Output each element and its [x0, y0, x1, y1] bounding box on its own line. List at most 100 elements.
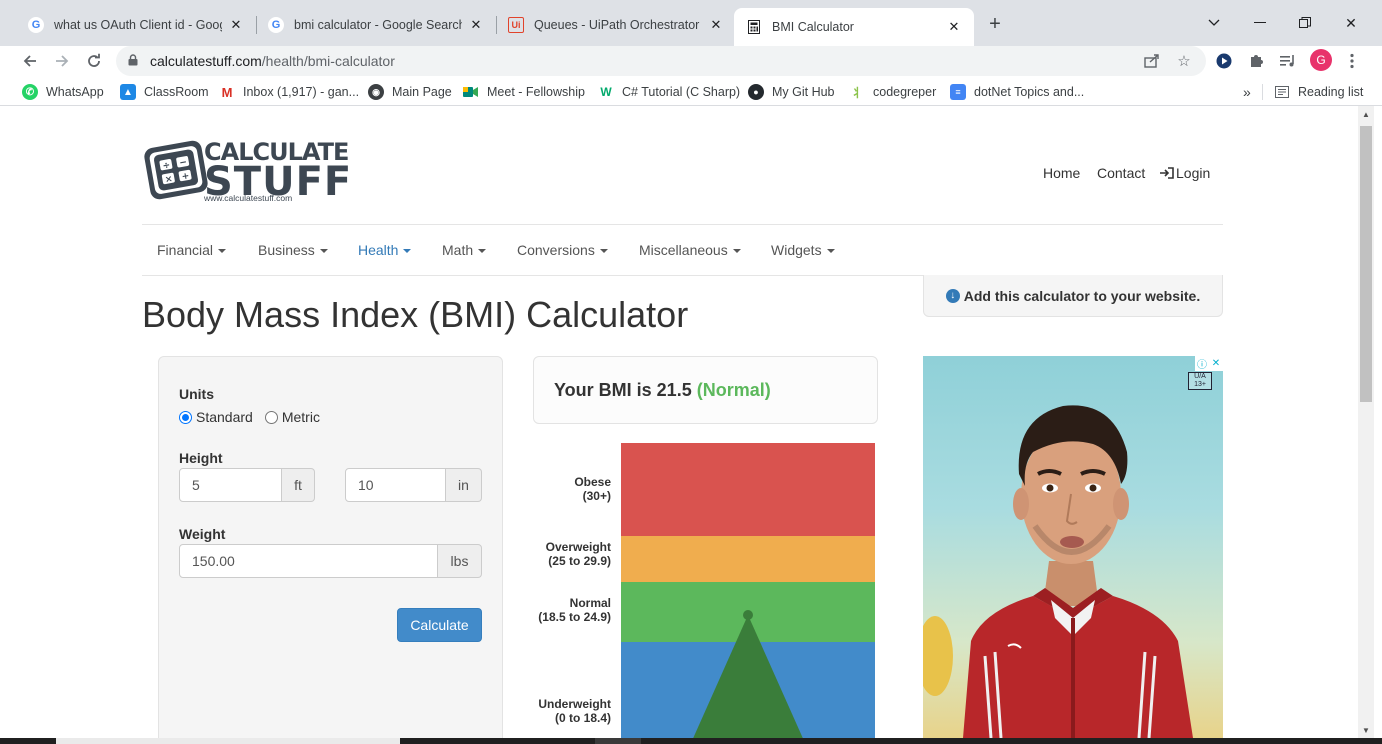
plus-circle-icon: ↓	[945, 288, 960, 303]
bookmark-dotnet[interactable]: ≡ dotNet Topics and...	[950, 83, 1084, 101]
calculator-icon	[746, 19, 762, 35]
height-inches-input[interactable]: 10	[345, 468, 446, 502]
weight-label: Weight	[179, 526, 226, 542]
bookmark-github[interactable]: ● My Git Hub	[748, 83, 835, 101]
nav-widgets-label: Widgets	[771, 242, 822, 258]
weight-input[interactable]: 150.00	[179, 544, 438, 578]
metric-radio-label[interactable]: Metric	[282, 409, 320, 425]
normal-label-range: (18.5 to 24.9)	[538, 610, 611, 624]
close-icon[interactable]: ✕	[228, 17, 244, 33]
menu-icon[interactable]	[1340, 49, 1364, 73]
bookmark-whatsapp[interactable]: ✆ WhatsApp	[22, 83, 104, 101]
url-domain: calculatestuff.com	[150, 53, 262, 69]
reading-list-button[interactable]: Reading list	[1274, 83, 1363, 101]
standard-radio-label[interactable]: Standard	[196, 409, 253, 425]
page-scrollbar[interactable]: ▲ ▼	[1358, 106, 1374, 738]
nav-miscellaneous[interactable]: Miscellaneous	[639, 242, 741, 258]
bookmark-label: Main Page	[392, 85, 452, 99]
reload-icon[interactable]	[81, 48, 107, 74]
caret-down-icon	[218, 249, 227, 254]
share-icon[interactable]	[1140, 49, 1164, 73]
url-path: /health/bmi-calculator	[261, 53, 395, 69]
globe-icon: ◉	[368, 84, 384, 100]
nav-miscellaneous-label: Miscellaneous	[639, 242, 728, 258]
site-logo[interactable]: ÷ − × + CALCULATE STUFF www.calculatestuff.…	[142, 136, 351, 204]
underweight-label-name: Underweight	[538, 697, 611, 711]
nav-contact[interactable]: Contact	[1097, 165, 1145, 181]
taskbar-search-box[interactable]	[56, 738, 400, 744]
bmi-pointer-dot	[743, 610, 753, 620]
scrollbar-thumb[interactable]	[1360, 126, 1372, 402]
nav-financial-label: Financial	[157, 242, 214, 258]
feet-unit-addon: ft	[282, 468, 315, 502]
media-control-icon[interactable]	[1276, 49, 1300, 73]
minimize-button[interactable]	[1240, 10, 1280, 36]
nav-business-label: Business	[258, 242, 315, 258]
tab-title: BMI Calculator	[772, 20, 854, 34]
height-inches-group: 10 in	[345, 468, 482, 502]
nav-business[interactable]: Business	[258, 242, 328, 258]
bookmark-codegreper[interactable]: ⺦ codegreper	[849, 83, 936, 101]
height-feet-input[interactable]: 5	[179, 468, 282, 502]
nav-login-label: Login	[1176, 165, 1211, 181]
browser-toolbar: calculatestuff.com/health/bmi-calculator…	[0, 46, 1382, 76]
address-bar[interactable]: calculatestuff.com/health/bmi-calculator	[116, 46, 1206, 76]
normal-label-name: Normal	[569, 596, 611, 610]
calculate-button[interactable]: Calculate	[397, 608, 482, 642]
nav-login[interactable]: Login	[1160, 165, 1210, 182]
bookmark-label: ClassRoom	[144, 85, 209, 99]
overweight-band	[621, 536, 875, 582]
nav-conversions[interactable]: Conversions	[517, 242, 608, 258]
close-window-button[interactable]: ✕	[1331, 10, 1371, 36]
tab-bmi-search[interactable]: G bmi calculator - Google Search ✕	[256, 8, 496, 42]
taskbar-app[interactable]	[595, 738, 641, 744]
bmi-result-box: Your BMI is 21.5 (Normal)	[533, 356, 878, 424]
extensions-icon[interactable]	[1244, 49, 1268, 73]
metric-radio[interactable]	[264, 410, 278, 424]
restore-button[interactable]	[1285, 10, 1325, 36]
weight-group: 150.00 lbs	[179, 544, 482, 578]
caret-down-icon	[319, 249, 328, 254]
scroll-up-icon[interactable]: ▲	[1358, 106, 1374, 122]
bookmark-classroom[interactable]: ▲ ClassRoom	[120, 83, 209, 101]
bookmarks-overflow-button[interactable]: »	[1243, 83, 1251, 101]
scroll-down-icon[interactable]: ▼	[1358, 722, 1374, 738]
codegreper-icon: ⺦	[850, 85, 863, 100]
ad-person-image	[923, 405, 1193, 738]
nav-widgets[interactable]: Widgets	[771, 242, 835, 258]
close-icon[interactable]: ✕	[708, 17, 724, 33]
tab-oauth[interactable]: G what us OAuth Client id - Google ✕	[16, 8, 256, 42]
nav-health[interactable]: Health	[358, 242, 412, 258]
advertisement[interactable]: ⓘ ✕ U/A 13+	[923, 356, 1223, 738]
nav-financial[interactable]: Financial	[157, 242, 227, 258]
new-tab-button[interactable]: +	[983, 12, 1007, 36]
nav-math[interactable]: Math	[442, 242, 487, 258]
bookmark-label: C# Tutorial (C Sharp)	[622, 85, 741, 99]
docs-icon: ≡	[950, 84, 966, 100]
height-feet-group: 5 ft	[179, 468, 315, 502]
bookmark-main-page[interactable]: ◉ Main Page	[368, 83, 452, 101]
bookmark-meet[interactable]: Meet - Fellowship	[463, 83, 585, 101]
tab-search-icon[interactable]	[1194, 10, 1234, 36]
back-icon[interactable]	[17, 48, 43, 74]
overweight-label-range: (25 to 29.9)	[548, 554, 611, 568]
underweight-label-range: (0 to 18.4)	[554, 711, 611, 725]
extension-play-icon[interactable]	[1212, 49, 1236, 73]
height-label: Height	[179, 450, 223, 466]
tab-bmi-calculator[interactable]: BMI Calculator ✕	[734, 8, 974, 46]
bmi-category: (Normal)	[696, 379, 771, 400]
bmi-scale-bars	[621, 443, 875, 738]
close-icon[interactable]: ✕	[946, 19, 962, 35]
nav-home[interactable]: Home	[1043, 165, 1080, 181]
bookmark-gmail[interactable]: M Inbox (1,917) - gan...	[219, 83, 359, 101]
standard-radio[interactable]	[179, 410, 192, 424]
tab-uipath[interactable]: Ui Queues - UiPath Orchestrator ✕	[496, 8, 736, 42]
underweight-label: Underweight (0 to 18.4)	[538, 697, 611, 725]
bookmark-csharp[interactable]: W C# Tutorial (C Sharp)	[598, 83, 740, 101]
add-calculator-link[interactable]: ↓ Add this calculator to your website.	[923, 275, 1223, 317]
close-icon[interactable]: ✕	[468, 17, 484, 33]
forward-icon[interactable]	[49, 48, 75, 74]
add-calculator-label: Add this calculator to your website.	[963, 287, 1201, 304]
bookmark-star-icon[interactable]: ☆	[1172, 49, 1196, 73]
profile-avatar[interactable]: G	[1310, 49, 1332, 71]
